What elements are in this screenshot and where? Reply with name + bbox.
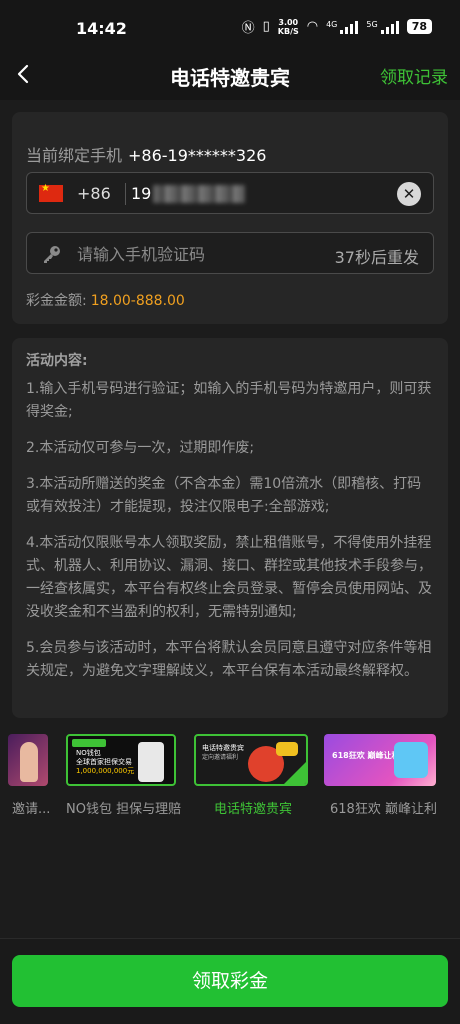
clear-input-icon[interactable]: ✕ — [397, 182, 421, 206]
claim-bonus-button[interactable]: 领取彩金 — [12, 955, 448, 1007]
promo-banner-no-wallet[interactable]: NO钱包 全球首家担保交易 1,000,000,000元 — [66, 734, 176, 786]
status-bar: 14:42 Ⓝ ▯ 3.00 KB/S ◠ 4G 5G 78 — [0, 0, 460, 50]
wifi-icon: ◠ — [306, 19, 319, 34]
promo-label-no-wallet[interactable]: NO钱包 担保与理赔 — [66, 798, 181, 817]
network-speed: 3.00 KB/S — [278, 18, 299, 36]
rule-item: 4.本活动仅限账号本人领取奖励，禁止租借账号，不得使用外挂程式、机器人、利用协议… — [26, 535, 432, 620]
resend-countdown-button[interactable]: 37秒后重发 — [335, 244, 419, 268]
banner-graphic — [394, 742, 428, 778]
nav-bar: 电话特邀贵宾 领取记录 — [0, 50, 460, 100]
banner-text-line: 电话特邀贵宾 — [202, 744, 244, 752]
promo-banner-vip-call[interactable]: 电话特邀贵宾 定向邀请福利 ✓ — [194, 734, 308, 786]
rule-item: 1.输入手机号码进行验证；如输入的手机号码为特邀用户，则可获得奖金; — [26, 381, 432, 420]
bottom-bar: 领取彩金 — [0, 938, 460, 1024]
signal-4g-label: 4G — [326, 19, 338, 29]
network-speed-value: 3.00 — [278, 17, 299, 27]
promo-label-vip-call[interactable]: 电话特邀贵宾 — [214, 798, 292, 817]
banner-text: 618狂欢 巅峰让利 — [332, 751, 400, 760]
signal-5g-icon: 5G — [366, 19, 399, 34]
verification-code-input[interactable] — [77, 243, 317, 265]
banner-text-line: NO钱包 — [76, 749, 101, 757]
network-speed-unit: KB/S — [277, 26, 299, 36]
nfc-icon: Ⓝ — [241, 21, 255, 36]
verification-code-field[interactable]: 37秒后重发 — [26, 232, 434, 274]
rule-item: 3.本活动所赠送的奖金（不含本金）需10倍流水（即稽核、打码或有效投注）才能提现… — [26, 476, 422, 515]
banner-tag — [72, 739, 106, 747]
bonus-amount-value: 18.00-888.00 — [90, 293, 185, 309]
rules-heading: 活动内容: — [26, 353, 88, 369]
banner-text: NO钱包 全球首家担保交易 1,000,000,000元 — [76, 749, 134, 776]
rules-list: 1.输入手机号码进行验证；如输入的手机号码为特邀用户，则可获得奖金; 2.本活动… — [26, 378, 434, 696]
promo-carousel[interactable]: 邀请... NO钱包 全球首家担保交易 1,000,000,000元 NO钱包 … — [0, 734, 460, 824]
back-arrow-icon[interactable] — [12, 62, 36, 86]
promo-label-invite[interactable]: 邀请... — [12, 798, 50, 817]
promo-banner-618[interactable]: 618狂欢 巅峰让利 — [324, 734, 436, 786]
chat-bubble-icon — [276, 742, 298, 756]
phone-digits-blurred — [153, 184, 246, 203]
country-code[interactable]: +86 — [77, 184, 111, 203]
promo-banner-invite[interactable] — [8, 734, 48, 786]
signal-4g-icon: 4G — [326, 19, 359, 34]
key-icon — [44, 246, 60, 263]
field-divider — [125, 183, 126, 205]
rules-card: 活动内容: 1.输入手机号码进行验证；如输入的手机号码为特邀用户，则可获得奖金;… — [12, 338, 448, 718]
bonus-amount-row: 彩金金额: 18.00-888.00 — [26, 290, 185, 310]
claim-record-link[interactable]: 领取记录 — [380, 63, 448, 88]
phone-input-visible-digits: 19 — [131, 184, 152, 203]
status-icons: Ⓝ ▯ 3.00 KB/S ◠ 4G 5G 78 — [242, 17, 432, 36]
battery-indicator: 78 — [406, 19, 432, 34]
verification-card: 当前绑定手机 +86-19******326 +86 19 ✕ 37秒后重发 彩金… — [12, 112, 448, 324]
phone-input-field[interactable]: +86 19 ✕ — [26, 172, 434, 214]
bound-phone-number: +86-19******326 — [128, 146, 267, 165]
promo-label-618[interactable]: 618狂欢 巅峰让利 — [330, 798, 437, 817]
rule-item: 2.本活动仅可参与一次，过期即作废; — [26, 440, 255, 456]
selected-check-icon: ✓ — [284, 762, 306, 784]
banner-person-image — [20, 742, 38, 782]
bonus-amount-label: 彩金金额: — [26, 293, 87, 309]
bound-phone-row: 当前绑定手机 +86-19******326 — [26, 142, 266, 166]
phone-input-value[interactable]: 19 — [131, 184, 246, 203]
signal-5g-label: 5G — [366, 19, 378, 29]
banner-text-line: 全球首家担保交易 — [76, 758, 132, 766]
rule-item: 5.会员参与该活动时，本平台将默认会员同意且遵守对应条件等相关规定，为避免文字理… — [26, 640, 432, 679]
banner-phone-image — [138, 742, 164, 782]
vibrate-icon: ▯ — [262, 19, 270, 34]
banner-text-line: 1,000,000,000元 — [76, 767, 135, 775]
status-time: 14:42 — [76, 19, 127, 38]
china-flag-icon[interactable] — [39, 183, 63, 202]
banner-text-line: 定向邀请福利 — [202, 754, 239, 761]
banner-text: 电话特邀贵宾 定向邀请福利 — [202, 744, 244, 762]
bound-phone-label: 当前绑定手机 — [26, 146, 123, 165]
